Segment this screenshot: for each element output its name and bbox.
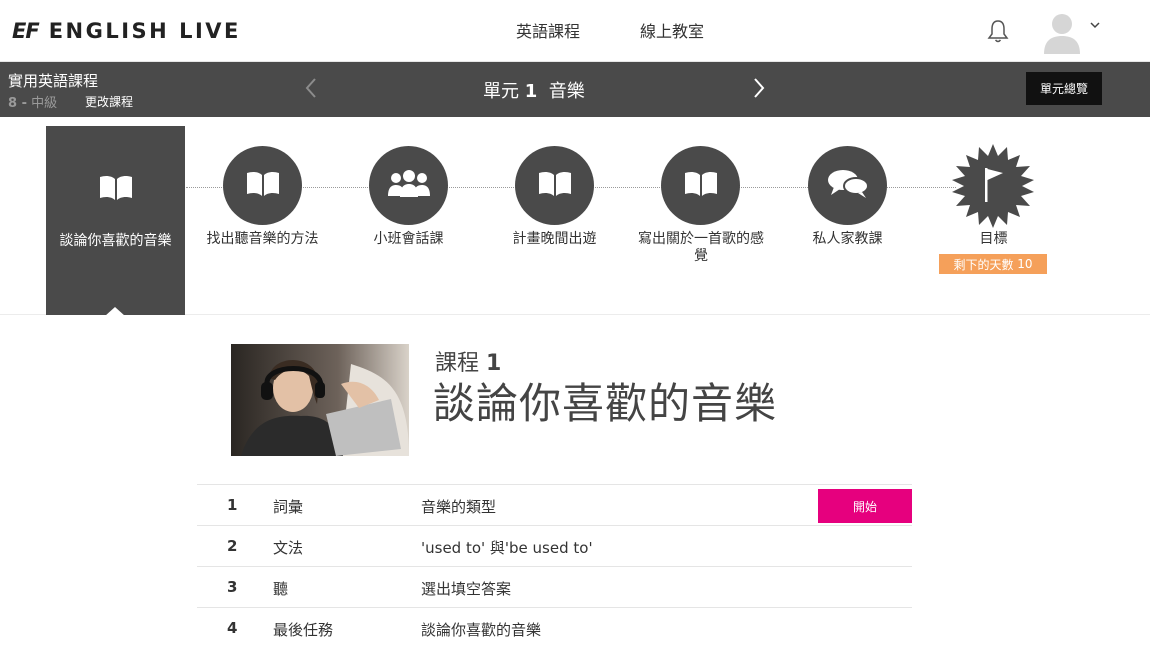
activity-row[interactable]: 2 文法 'used to' 與'be used to' [197,525,912,566]
top-header: EF ENGLISH LIVE 英語課程 線上教室 [0,0,1150,62]
step-circle[interactable] [223,146,302,225]
start-button[interactable]: 開始 [818,489,912,523]
flag-badge-icon[interactable] [951,144,1035,232]
step-label: 找出聽音樂的方法 [206,231,319,247]
level-number: 8 - [8,96,27,111]
lesson-steps: 談論你喜歡的音樂 找出聽音樂的方法 小班會話課 計畫晚間出遊 寫出關於一首歌的感… [0,117,1150,316]
bell-icon[interactable] [986,18,1010,44]
activity-description: 'used to' 與'be used to' [421,539,593,557]
activity-row[interactable]: 3 聽 選出填空答案 [197,566,912,607]
activity-category: 最後任務 [273,621,334,639]
activity-category: 聽 [273,580,289,598]
step-label: 目標 [979,231,1008,247]
book-icon [98,174,134,206]
nav-english-courses[interactable]: 英語課程 [516,18,580,42]
activity-row[interactable]: 4 最後任務 談論你喜歡的音樂 [197,607,912,648]
activity-category: 文法 [273,539,304,557]
user-avatar-icon[interactable] [1042,10,1082,54]
activity-index: 3 [227,578,238,596]
step-label: 小班會話課 [373,231,444,247]
book-icon [683,170,719,202]
step-label: 計畫晚間出遊 [512,231,597,247]
step-circle[interactable] [808,146,887,225]
activity-index: 4 [227,619,238,637]
logo-ef: EF [12,19,40,43]
nav-online-classroom[interactable]: 線上教室 [640,18,704,42]
previous-unit-arrow-icon[interactable] [304,76,318,106]
level-name: 中級 [31,96,58,111]
activity-index: 1 [227,496,238,514]
activity-description: 音樂的類型 [421,498,497,516]
book-icon [537,170,573,202]
activity-category: 詞彙 [273,498,304,516]
lesson-thumbnail [231,344,409,456]
book-icon [245,170,281,202]
change-course-link[interactable]: 更改課程 [85,93,133,110]
activity-description: 談論你喜歡的音樂 [421,621,542,639]
logo-brand: ENGLISH LIVE [48,19,241,43]
unit-number: 1 [524,81,538,102]
activity-row[interactable]: 1 詞彙 音樂的類型 開始 [197,484,912,525]
step-circle[interactable] [661,146,740,225]
next-unit-arrow-icon[interactable] [752,76,766,106]
step-talk-about-music[interactable]: 談論你喜歡的音樂 [46,126,185,316]
unit-overview-button[interactable]: 單元總覽 [1026,72,1102,105]
active-pointer [105,307,125,316]
unit-bar: 實用英語課程 8 - 中級 更改課程 單元 1 音樂 單元總覽 [0,62,1150,117]
days-left-count: 10 [1017,257,1033,271]
lesson-title: 談論你喜歡的音樂 [433,379,778,428]
course-title: 實用英語課程 [8,72,99,90]
logo[interactable]: EF ENGLISH LIVE [12,17,241,45]
group-icon [386,169,432,202]
days-left-badge: 剩下的天數 10 [939,254,1047,274]
step-label: 寫出關於一首歌的感覺 [638,231,764,264]
chevron-down-icon[interactable] [1090,18,1100,32]
unit-title: 單元 1 音樂 [483,77,585,103]
step-circle[interactable] [369,146,448,225]
unit-name: 音樂 [548,81,585,102]
step-circle[interactable] [515,146,594,225]
unit-prefix: 單元 [483,81,519,102]
step-label: 私人家教課 [812,231,883,247]
activity-list: 1 詞彙 音樂的類型 開始 2 文法 'used to' 與'be used t… [197,484,912,648]
activity-description: 選出填空答案 [421,580,512,598]
days-left-text: 剩下的天數 [953,257,1014,272]
chat-bubbles-icon [826,168,870,204]
course-level: 8 - 中級 [8,92,57,111]
step-label: 談論你喜歡的音樂 [59,233,172,249]
activity-index: 2 [227,537,238,555]
